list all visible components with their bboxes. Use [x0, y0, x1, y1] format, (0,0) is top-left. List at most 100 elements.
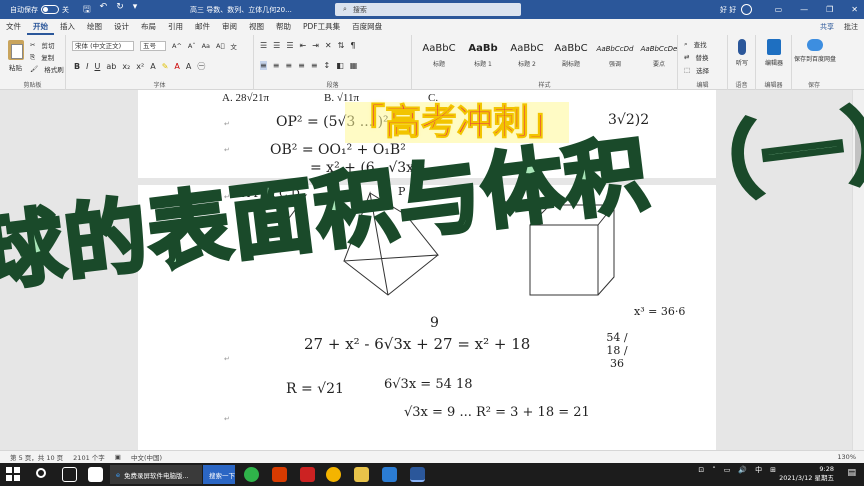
ribbon-display-icon[interactable]: ▭	[775, 5, 783, 14]
tab-2[interactable]: 插入	[54, 19, 81, 35]
strikethrough-icon[interactable]: ab	[106, 62, 116, 71]
restore-icon[interactable]: ❐	[826, 5, 833, 14]
style-item[interactable]: AaBbC 副标题	[550, 39, 592, 75]
bold-button[interactable]: B	[74, 62, 80, 71]
undo-icon[interactable]: ↶	[100, 2, 108, 18]
font-color-icon[interactable]: A	[174, 62, 179, 71]
user-account[interactable]: 好 好	[720, 4, 753, 15]
italic-button[interactable]: I	[86, 62, 88, 71]
close-icon[interactable]: ✕	[851, 5, 858, 14]
highlight-icon[interactable]: ✎	[162, 62, 169, 71]
format-painter-button[interactable]: 🖌 格式刷	[30, 64, 64, 74]
find-button[interactable]: ⌕ 查找	[684, 39, 707, 50]
tab-1[interactable]: 开始	[27, 19, 54, 35]
font-family-select[interactable]: 宋体 (中文正文)	[72, 41, 134, 51]
style-item[interactable]: AaBbC 标题	[418, 39, 460, 75]
word-count[interactable]: 2101 个字	[73, 452, 105, 462]
volume-icon[interactable]: 🔊	[738, 466, 747, 474]
recorder-icon[interactable]	[300, 467, 315, 482]
folder-icon[interactable]	[354, 467, 369, 482]
notification-icon[interactable]: ▤	[847, 468, 856, 478]
minimize-icon[interactable]: —	[800, 5, 808, 14]
taskbar-app-search[interactable]: 搜索一下	[203, 465, 235, 484]
taskbar-search-icon[interactable]	[36, 468, 46, 478]
change-case-icon[interactable]: Aa	[202, 42, 210, 50]
tab-10[interactable]: 帮助	[270, 19, 297, 35]
dictate-button[interactable]: 听写	[725, 39, 759, 67]
align-center-icon[interactable]: ≡	[273, 61, 280, 70]
tab-11[interactable]: PDF工具集	[297, 19, 346, 35]
ime-mode-icon[interactable]: ⊞	[770, 466, 776, 474]
language-indicator[interactable]: 中文(中国)	[131, 452, 162, 462]
justify-icon[interactable]: ≡	[298, 61, 305, 70]
tab-3[interactable]: 绘图	[81, 19, 108, 35]
style-item[interactable]: AaBb 标题 1	[462, 39, 504, 75]
font-size-select[interactable]: 五号	[140, 41, 166, 51]
task-view-icon[interactable]	[62, 467, 77, 482]
office-icon[interactable]	[272, 467, 287, 482]
app-icon[interactable]	[88, 467, 103, 482]
editor-button[interactable]: 编辑器	[757, 39, 791, 67]
style-item[interactable]: AaBbCcDe 要点	[638, 39, 680, 75]
clock[interactable]: 9:28 2021/3/12 星期五	[779, 465, 834, 483]
zoom-level[interactable]: 130%	[837, 453, 856, 461]
word-icon[interactable]	[410, 467, 425, 482]
ime-indicator[interactable]: 中	[755, 465, 762, 475]
redo-icon[interactable]: ↻	[116, 2, 124, 18]
bullets-icon[interactable]: ☰	[260, 41, 267, 50]
multilevel-list-icon[interactable]: ☰	[286, 41, 293, 50]
decrease-indent-icon[interactable]: ⇤	[300, 41, 307, 50]
taskbar-app-recorder[interactable]: e 免费录屏软件电脑版...	[110, 465, 202, 484]
cut-button[interactable]: ✂ 剪切	[30, 40, 54, 50]
tab-9[interactable]: 视图	[243, 19, 270, 35]
sort-icon[interactable]: ⇅	[338, 41, 345, 50]
tab-0[interactable]: 文件	[0, 19, 27, 35]
tab-5[interactable]: 布局	[135, 19, 162, 35]
chinese-layout-icon[interactable]: ✕	[325, 41, 332, 50]
align-left-icon[interactable]: ≡	[260, 61, 267, 70]
numbering-icon[interactable]: ☰	[273, 41, 280, 50]
shading-icon[interactable]: ◧	[336, 61, 344, 70]
select-button[interactable]: ⬚ 选择	[684, 65, 709, 75]
clear-format-icon[interactable]: A⃠	[216, 42, 224, 50]
char-shading-icon[interactable]: A	[186, 62, 191, 71]
shrink-font-icon[interactable]: Aˇ	[188, 42, 196, 50]
style-item[interactable]: AaBbC 标题 2	[506, 39, 548, 75]
replace-button[interactable]: ⇄ 替换	[684, 52, 708, 62]
enclose-char-icon[interactable]: ㊀	[197, 61, 205, 72]
mail-icon[interactable]	[382, 467, 397, 482]
show-marks-icon[interactable]: ¶	[350, 41, 355, 50]
distributed-icon[interactable]: ≡	[311, 61, 318, 70]
toggle-switch[interactable]	[41, 5, 59, 14]
page-count[interactable]: 第 5 页，共 10 页	[10, 452, 63, 462]
style-item[interactable]: AaBbCcDd 强调	[594, 39, 636, 75]
customize-qat-icon[interactable]: ▾	[133, 2, 138, 18]
borders-icon[interactable]: ▦	[350, 61, 358, 70]
proofing-icon[interactable]: ▣	[115, 453, 121, 461]
increase-indent-icon[interactable]: ⇥	[312, 41, 319, 50]
tray-app-icon[interactable]: ⊡	[698, 466, 704, 474]
tab-7[interactable]: 邮件	[189, 19, 216, 35]
subscript-icon[interactable]: x₂	[122, 62, 130, 71]
tab-4[interactable]: 设计	[108, 19, 135, 35]
search-box[interactable]: ⌕ 搜索	[335, 3, 521, 16]
network-icon[interactable]: ▭	[724, 466, 731, 474]
phonetic-icon[interactable]: 文	[230, 41, 237, 51]
text-effects-icon[interactable]: A	[150, 62, 155, 71]
paste-icon[interactable]	[8, 40, 24, 60]
tab-12[interactable]: 百度网盘	[346, 19, 388, 35]
comments-button[interactable]: 批注	[844, 22, 858, 32]
save-to-baidu-button[interactable]: 保存到百度网盘	[794, 39, 836, 63]
autosave-toggle[interactable]: 自动保存 关	[10, 5, 69, 15]
chevron-up-icon[interactable]: ˄	[712, 466, 716, 474]
save-icon[interactable]: 🖫	[83, 2, 91, 18]
line-spacing-icon[interactable]: ↕	[324, 61, 331, 70]
underline-button[interactable]: U	[94, 62, 100, 71]
align-right-icon[interactable]: ≡	[285, 61, 292, 70]
tab-8[interactable]: 审阅	[216, 19, 243, 35]
copy-button[interactable]: ⎘ 复制	[30, 52, 54, 63]
windows-start-icon[interactable]	[6, 467, 20, 481]
chrome-icon[interactable]	[326, 467, 341, 482]
avatar[interactable]	[741, 4, 753, 15]
paste-button[interactable]: 粘贴	[9, 62, 22, 72]
